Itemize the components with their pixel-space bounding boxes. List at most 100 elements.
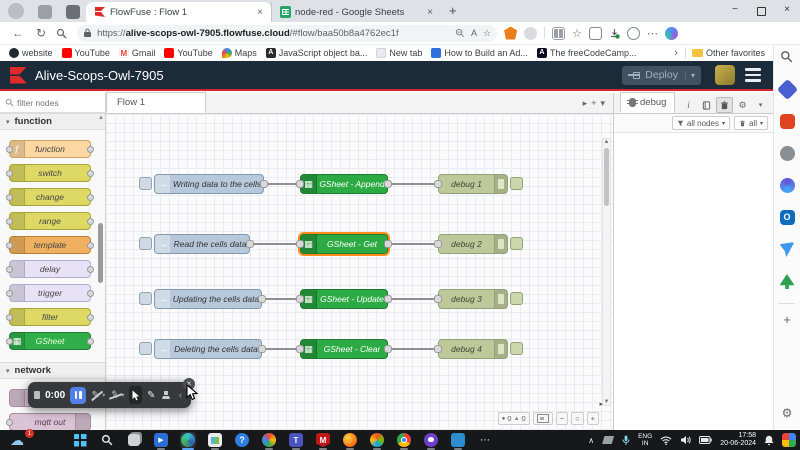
clipchamp-icon[interactable] (261, 432, 277, 448)
inject-node[interactable]: → Deleting the cells data (154, 339, 262, 359)
port-in[interactable] (296, 240, 304, 248)
tab-actions-icon[interactable] (66, 5, 80, 19)
main-menu-icon[interactable] (745, 68, 761, 82)
port-out[interactable] (384, 295, 392, 303)
metamask-extension-icon[interactable] (504, 27, 517, 40)
navigator-button[interactable] (533, 412, 553, 425)
debug-node[interactable]: debug 3 (438, 289, 508, 309)
palette-node-gsheet[interactable]: ▦GSheet (9, 332, 91, 350)
port[interactable] (6, 242, 13, 249)
bookmark-gmail[interactable]: MGmail (119, 48, 156, 58)
tab-flow-1[interactable]: Flow 1 (106, 92, 206, 113)
palette-node-change[interactable]: change (9, 188, 91, 206)
get-help-icon[interactable]: ? (234, 432, 250, 448)
chrome-icon[interactable] (396, 432, 412, 448)
taskbar-search-icon[interactable] (99, 432, 115, 448)
port[interactable] (87, 242, 94, 249)
info-tab-icon[interactable]: i (680, 97, 697, 113)
eraser-tool-icon[interactable] (161, 390, 171, 400)
movies-tv-icon[interactable]: ▶ (153, 432, 169, 448)
help-tab-icon[interactable] (698, 97, 715, 113)
port-in[interactable] (434, 345, 442, 353)
zoom-reset-button[interactable]: ○ (571, 412, 584, 425)
sidebar-add-icon[interactable]: + (783, 312, 791, 327)
palette-search[interactable] (0, 93, 105, 113)
port-in[interactable] (296, 180, 304, 188)
debug-node[interactable]: debug 2 (438, 234, 508, 254)
bookmark-maps[interactable]: Maps (222, 48, 257, 58)
github-desktop-icon[interactable] (423, 432, 439, 448)
sidebar-shopping-icon[interactable] (776, 79, 797, 100)
tray-expand-icon[interactable]: ∧ (588, 436, 594, 445)
clear-messages-button[interactable]: all ▾ (734, 116, 768, 130)
extension-icon[interactable] (524, 27, 537, 40)
port[interactable] (87, 290, 94, 297)
port-out[interactable] (384, 345, 392, 353)
teams-icon[interactable]: T (288, 432, 304, 448)
collections-icon[interactable] (589, 27, 602, 40)
bookmark-freecodecamp[interactable]: AThe freeCodeCamp... (537, 48, 637, 58)
debug-toggle-button[interactable] (510, 292, 523, 305)
port-out[interactable] (260, 180, 268, 188)
port[interactable] (87, 194, 94, 201)
inject-node[interactable]: → Updating the cells data (154, 289, 262, 309)
ms-store-icon[interactable] (207, 432, 223, 448)
favorites-bar-icon[interactable]: ☆ (572, 27, 582, 40)
port-out[interactable] (258, 345, 266, 353)
tab-close-icon[interactable]: × (425, 7, 435, 18)
port[interactable] (6, 194, 13, 201)
pen-options-icon[interactable]: ▾ (102, 392, 105, 399)
port[interactable] (6, 338, 13, 345)
tab-debug[interactable]: debug (620, 92, 675, 113)
vscode-icon[interactable] (450, 432, 466, 448)
port[interactable] (6, 266, 13, 273)
bookmark-new-tab[interactable]: New tab (376, 48, 422, 58)
sidebar-tools-icon[interactable] (780, 114, 795, 129)
category-network[interactable]: ▾network (0, 362, 105, 379)
split-screen-icon[interactable] (552, 27, 565, 40)
copilot-icon[interactable] (665, 27, 678, 40)
scroll-down-icon[interactable]: ▼ (603, 399, 610, 405)
port[interactable] (87, 170, 94, 177)
recorder-stop-icon[interactable] (34, 391, 40, 399)
scroll-right-icon[interactable]: ▸ (599, 400, 603, 408)
zoom-out-page-icon[interactable] (455, 28, 465, 38)
gsheet-node-selected[interactable]: ▦ GSheet - Get (300, 234, 388, 254)
inject-node[interactable]: → Writing data to the cells (154, 174, 264, 194)
scroll-up-icon[interactable]: ▲ (98, 115, 104, 121)
pen-tool-icon[interactable]: ✎ (91, 390, 100, 401)
scrollbar-thumb[interactable] (604, 148, 609, 206)
edge-browser-icon[interactable] (180, 432, 196, 448)
bookmark-javascript[interactable]: AJavaScript object ba... (266, 48, 368, 58)
sidebar-games-icon[interactable] (780, 146, 795, 161)
debug-toggle-button[interactable] (510, 177, 523, 190)
add-flow-icon[interactable]: + (591, 98, 596, 109)
sidebar-drop-icon[interactable] (780, 242, 795, 257)
debug-node[interactable]: debug 1 (438, 174, 508, 194)
scroll-up-icon[interactable]: ▲ (603, 139, 610, 145)
port-out[interactable] (384, 180, 392, 188)
pinwheel-app-icon[interactable] (369, 432, 385, 448)
palette-node-range[interactable]: range (9, 212, 91, 230)
palette-node-template[interactable]: template (9, 236, 91, 254)
clock[interactable]: 17:5820-06-2024 (720, 432, 756, 448)
debug-tab-icon[interactable] (716, 97, 733, 113)
gsheet-node[interactable]: ▦ GSheet - Update (300, 289, 388, 309)
recorder-pause-button[interactable] (70, 387, 86, 404)
language-indicator[interactable]: ENGIN (638, 433, 652, 447)
new-tab-button[interactable]: + (449, 3, 457, 18)
port[interactable] (6, 290, 13, 297)
inject-button[interactable] (139, 292, 152, 305)
close-window-button[interactable]: × (774, 0, 800, 22)
inject-node[interactable]: → Read the cells data (154, 234, 250, 254)
back-button[interactable]: ← (12, 26, 24, 40)
deploy-button[interactable]: Deploy ▾ (622, 66, 701, 85)
browser-essentials-icon[interactable] (627, 27, 640, 40)
cursor-tool-button[interactable] (129, 386, 141, 404)
search-icon[interactable] (56, 28, 67, 39)
volume-icon[interactable] (680, 435, 691, 445)
mcafee-icon[interactable]: M (315, 432, 331, 448)
sidebar-settings-icon[interactable]: ⚙ (782, 406, 793, 420)
widgets-corner-icon[interactable] (782, 433, 796, 447)
filter-nodes-input[interactable] (17, 98, 95, 108)
